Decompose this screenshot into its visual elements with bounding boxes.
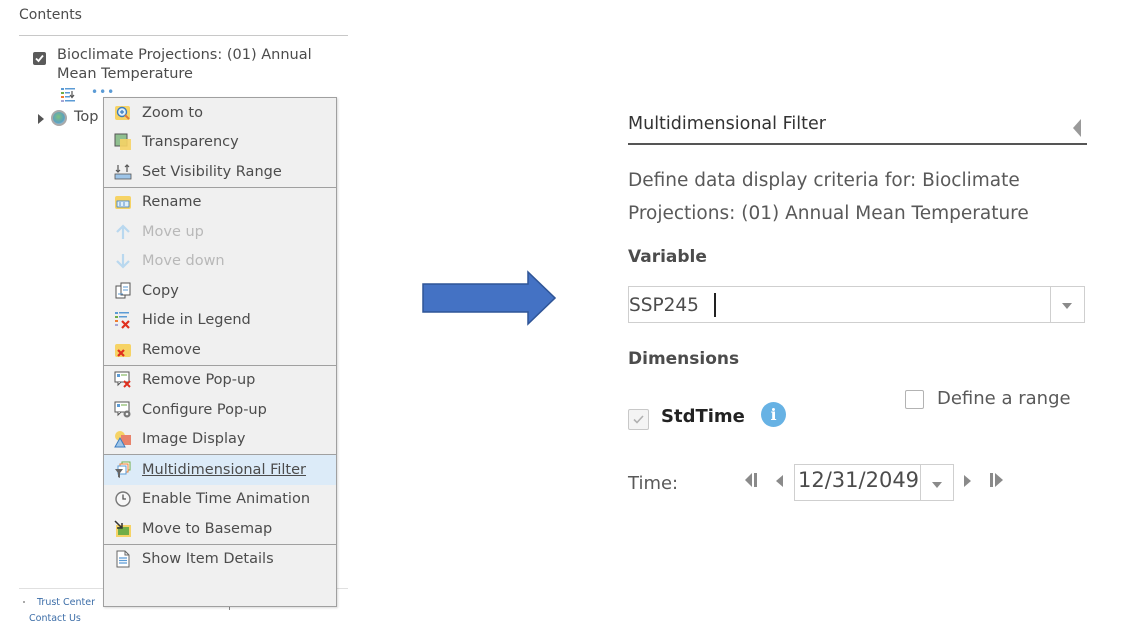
- arrow-down-icon: [114, 252, 132, 270]
- menu-item-label: Move down: [142, 253, 225, 270]
- menu-item-transparency[interactable]: Transparency: [104, 128, 336, 158]
- remove-icon: [114, 341, 132, 359]
- copy-icon: [114, 282, 132, 300]
- filter-panel-title: Multidimensional Filter: [628, 114, 826, 134]
- define-range-label[interactable]: Define a range: [937, 388, 1071, 409]
- configure-popup-icon: [114, 401, 132, 419]
- menu-item-remove-popup[interactable]: Remove Pop-up: [104, 366, 336, 396]
- hide-legend-icon: [114, 311, 132, 330]
- layer-visibility-checkbox[interactable]: [33, 52, 46, 65]
- menu-item-label: Image Display: [142, 431, 246, 448]
- menu-item-multidimensional-filter[interactable]: Multidimensional Filter: [104, 455, 336, 485]
- rename-icon: [114, 193, 132, 211]
- clock-icon: [114, 490, 132, 508]
- basemap-globe-icon: [51, 110, 67, 126]
- dimensions-label: Dimensions: [628, 349, 740, 369]
- previous-time-step-icon[interactable]: [775, 474, 785, 488]
- time-select[interactable]: 12/31/2049: [794, 464, 954, 501]
- menu-item-label: Copy: [142, 282, 179, 299]
- menu-item-hide-in-legend[interactable]: Hide in Legend: [104, 306, 336, 336]
- filter-panel-divider: [628, 143, 1087, 145]
- image-display-icon: [114, 430, 132, 448]
- menu-group-view: Zoom to Transparency Set Visibility Rang…: [104, 98, 336, 188]
- menu-item-label: Show Item Details: [142, 551, 274, 568]
- arrow-up-icon: [114, 223, 132, 241]
- more-options-icon[interactable]: •••: [91, 86, 115, 98]
- text-cursor: [714, 293, 716, 317]
- menu-item-label: Rename: [142, 194, 202, 211]
- expand-triangle-icon[interactable]: [38, 114, 44, 124]
- variable-label: Variable: [628, 247, 707, 267]
- menu-item-label: Remove: [142, 341, 201, 358]
- layer-title[interactable]: Top: [74, 109, 98, 125]
- info-icon[interactable]: i: [761, 402, 786, 427]
- contents-title: Contents: [19, 7, 82, 23]
- layer-title[interactable]: Bioclimate Projections: (01) Annual Mean…: [57, 46, 337, 84]
- variable-select[interactable]: [628, 286, 1085, 324]
- variable-dropdown-button[interactable]: [1050, 287, 1084, 322]
- menu-item-zoom-to[interactable]: Zoom to: [104, 98, 336, 128]
- layer-context-menu: Zoom to Transparency Set Visibility Rang…: [103, 97, 337, 607]
- move-to-basemap-icon: [114, 520, 132, 538]
- menu-group-edit: Rename Move up Move down Copy Hide in Le…: [104, 188, 336, 366]
- last-time-step-icon[interactable]: [989, 472, 1009, 488]
- dimension-name: StdTime: [661, 406, 745, 427]
- menu-item-label: Remove Pop-up: [142, 372, 256, 389]
- menu-item-show-item-details[interactable]: Show Item Details: [104, 545, 336, 575]
- visibility-range-icon: [114, 163, 132, 181]
- legend-icon[interactable]: [61, 87, 77, 102]
- menu-item-move-to-basemap[interactable]: Move to Basemap: [104, 514, 336, 544]
- trust-center-link[interactable]: Trust Center: [37, 597, 95, 608]
- menu-item-label: Set Visibility Range: [142, 163, 282, 180]
- filter-description: Define data display criteria for: Biocli…: [628, 170, 1029, 224]
- menu-item-move-down: Move down: [104, 247, 336, 277]
- menu-group-advanced: Multidimensional Filter Enable Time Anim…: [104, 455, 336, 545]
- menu-item-label: Multidimensional Filter: [142, 461, 306, 478]
- menu-item-label: Enable Time Animation: [142, 491, 311, 508]
- menu-item-label: Move up: [142, 223, 204, 240]
- menu-item-enable-time-animation[interactable]: Enable Time Animation: [104, 485, 336, 515]
- time-value[interactable]: 12/31/2049: [798, 468, 919, 492]
- item-details-icon: [114, 550, 132, 568]
- collapse-panel-icon[interactable]: [1073, 119, 1081, 137]
- contents-divider: [19, 35, 348, 36]
- menu-item-remove[interactable]: Remove: [104, 335, 336, 365]
- menu-item-copy[interactable]: Copy: [104, 276, 336, 306]
- menu-item-label: Hide in Legend: [142, 312, 251, 329]
- transparency-icon: [114, 133, 132, 151]
- menu-item-image-display[interactable]: Image Display: [104, 425, 336, 455]
- stdtime-checkbox: [628, 409, 649, 430]
- first-time-step-icon[interactable]: [744, 472, 764, 488]
- menu-item-set-visibility-range[interactable]: Set Visibility Range: [104, 157, 336, 187]
- time-label: Time:: [628, 473, 679, 494]
- menu-item-label: Move to Basemap: [142, 520, 273, 537]
- menu-item-rename[interactable]: Rename: [104, 188, 336, 218]
- remove-popup-icon: [114, 371, 132, 389]
- menu-item-configure-popup[interactable]: Configure Pop-up: [104, 395, 336, 425]
- menu-group-popup: Remove Pop-up Configure Pop-up Image Dis…: [104, 366, 336, 455]
- variable-input[interactable]: [629, 287, 1054, 324]
- define-range-checkbox[interactable]: [905, 390, 924, 409]
- menu-item-label: Transparency: [142, 134, 239, 151]
- footer-dot: [23, 601, 25, 603]
- multidimensional-filter-icon: [114, 461, 132, 479]
- zoom-to-icon: [114, 104, 132, 122]
- right-arrow-icon: [422, 270, 556, 326]
- next-time-step-icon[interactable]: [962, 474, 972, 488]
- menu-group-details: Show Item Details: [104, 545, 336, 575]
- contact-us-link[interactable]: Contact Us: [29, 613, 81, 624]
- menu-item-move-up: Move up: [104, 217, 336, 247]
- menu-item-label: Configure Pop-up: [142, 401, 267, 418]
- time-dropdown-button[interactable]: [920, 465, 953, 500]
- menu-item-label: Zoom to: [142, 104, 203, 121]
